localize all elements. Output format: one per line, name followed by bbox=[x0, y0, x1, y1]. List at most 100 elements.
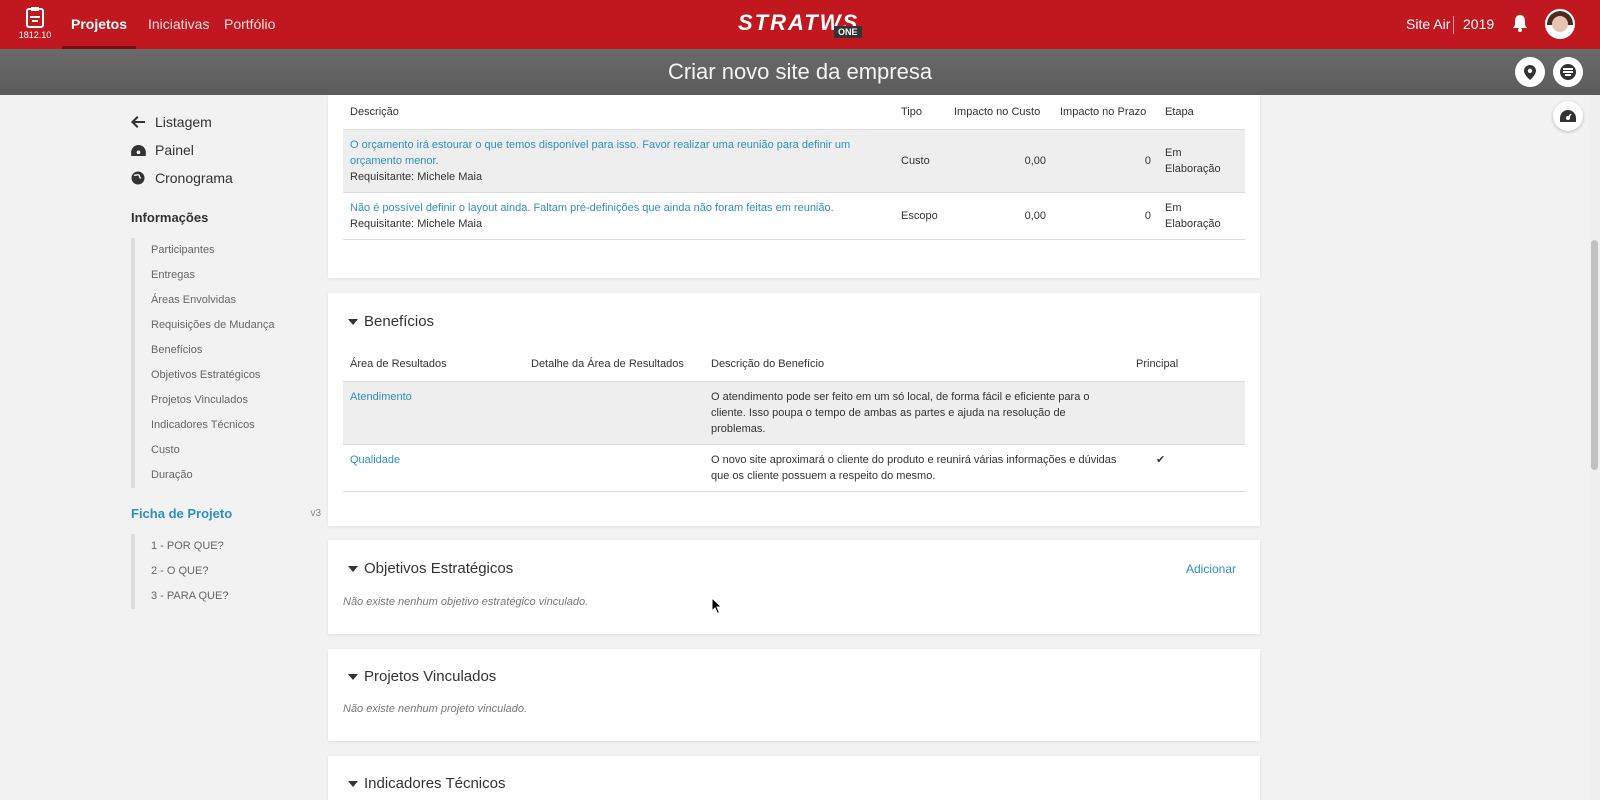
ficha-item-o-que[interactable]: 2 - O QUE? bbox=[151, 559, 321, 584]
change-requester: Requisitante: Michele Maia bbox=[350, 217, 483, 230]
change-cost-impact: 0,00 bbox=[947, 192, 1053, 240]
nav-iniciativas[interactable]: Iniciativas bbox=[148, 0, 209, 49]
map-pin-icon bbox=[1524, 64, 1536, 80]
table-row[interactable]: Qualidade O novo site aproximará o clien… bbox=[343, 444, 1245, 492]
nav-projetos[interactable]: Projetos bbox=[62, 0, 136, 49]
linked-projects-section-toggle[interactable]: Projetos Vinculados bbox=[348, 668, 496, 685]
info-item-custo[interactable]: Custo bbox=[151, 438, 321, 463]
top-navbar: 1812.10 Projetos Iniciativas Portfólio S… bbox=[0, 0, 1600, 49]
col-header-principal: Principal bbox=[1129, 347, 1245, 382]
info-item-indicadores[interactable]: Indicadores Técnicos bbox=[151, 413, 321, 438]
stratws-menu-icon bbox=[1560, 64, 1576, 80]
col-header-descricao-beneficio: Descrição do Benefício bbox=[704, 347, 1129, 382]
col-header-impacto-custo: Impacto no Custo bbox=[947, 95, 1053, 130]
col-header-descricao: Descrição bbox=[343, 95, 894, 130]
change-stage: Em Elaboração bbox=[1158, 192, 1245, 240]
sidebar-link-painel[interactable]: Painel bbox=[131, 136, 321, 164]
sidebar-link-label: Listagem bbox=[155, 114, 212, 130]
table-row[interactable]: Atendimento O atendimento pode ser feito… bbox=[343, 381, 1245, 445]
change-requests-card: Descrição Tipo Impacto no Custo Impacto … bbox=[328, 95, 1260, 278]
info-item-entregas[interactable]: Entregas bbox=[151, 263, 321, 288]
technical-indicators-card: Indicadores Técnicos bbox=[328, 756, 1260, 800]
sidebar-link-cronograma[interactable]: Cronograma bbox=[131, 164, 321, 192]
col-header-impacto-prazo: Impacto no Prazo bbox=[1053, 95, 1158, 130]
caret-down-icon bbox=[348, 780, 358, 787]
col-header-etapa: Etapa bbox=[1158, 95, 1245, 130]
principal-check-icon: ✔ bbox=[1129, 444, 1245, 492]
globe-icon bbox=[131, 171, 155, 185]
sidebar-link-listagem[interactable]: Listagem bbox=[131, 108, 321, 136]
stratws-menu-button[interactable] bbox=[1553, 57, 1583, 87]
objectives-section-toggle[interactable]: Objetivos Estratégicos bbox=[348, 560, 513, 577]
home-logo[interactable]: 1812.10 bbox=[14, 6, 56, 46]
brand-suffix: ONE bbox=[834, 26, 862, 38]
clipboard-icon bbox=[26, 7, 44, 28]
sidebar-link-label: Painel bbox=[155, 142, 194, 158]
benefit-description: O atendimento pode ser feito em um só lo… bbox=[704, 381, 1129, 445]
table-header-row: Descrição Tipo Impacto no Custo Impacto … bbox=[343, 95, 1245, 130]
sidebar: Listagem Painel Cronograma Informações P… bbox=[131, 108, 321, 609]
info-item-objetivos[interactable]: Objetivos Estratégicos bbox=[151, 363, 321, 388]
project-title-bar: Criar novo site da empresa bbox=[0, 49, 1600, 95]
app-version: 1812.10 bbox=[18, 30, 52, 40]
indicators-section-toggle[interactable]: Indicadores Técnicos bbox=[348, 775, 505, 792]
ficha-list: 1 - POR QUE? 2 - O QUE? 3 - PARA QUE? bbox=[131, 534, 321, 609]
objectives-empty-message: Não existe nenhum objetivo estratégico v… bbox=[343, 596, 589, 608]
table-row[interactable]: O orçamento irá estourar o que temos dis… bbox=[343, 129, 1245, 193]
change-description-link[interactable]: Não é possível definir o layout ainda. F… bbox=[350, 200, 887, 216]
table-header-row: Área de Resultados Detalhe da Área de Re… bbox=[343, 347, 1245, 382]
sidebar-link-label: Cronograma bbox=[155, 170, 233, 186]
change-time-impact: 0 bbox=[1053, 192, 1158, 240]
change-description-link[interactable]: O orçamento irá estourar o que temos dis… bbox=[350, 137, 887, 169]
indicators-title: Indicadores Técnicos bbox=[364, 775, 506, 792]
bell-icon[interactable] bbox=[1512, 14, 1528, 32]
scrollbar-thumb[interactable] bbox=[1591, 240, 1598, 470]
change-type: Escopo bbox=[894, 192, 947, 240]
objectives-title: Objetivos Estratégicos bbox=[364, 560, 514, 577]
info-item-areas[interactable]: Áreas Envolvidas bbox=[151, 288, 321, 313]
divider bbox=[1453, 16, 1454, 34]
change-type: Custo bbox=[894, 129, 947, 193]
dashboard-icon bbox=[1560, 110, 1576, 122]
change-time-impact: 0 bbox=[1053, 129, 1158, 193]
info-item-beneficios[interactable]: Benefícios bbox=[151, 338, 321, 363]
brand-logo[interactable]: STRATWS ONE bbox=[738, 8, 862, 40]
info-list: Participantes Entregas Áreas Envolvidas … bbox=[131, 238, 321, 488]
page-scrollbar[interactable] bbox=[1589, 95, 1600, 800]
add-objective-button[interactable]: Adicionar bbox=[1186, 562, 1236, 576]
year-selector[interactable]: 2019 bbox=[1463, 0, 1494, 49]
info-item-requisicoes[interactable]: Requisições de Mudança bbox=[151, 313, 321, 338]
benefit-area-link[interactable]: Atendimento bbox=[343, 381, 524, 445]
table-row[interactable]: Não é possível definir o layout ainda. F… bbox=[343, 192, 1245, 240]
caret-down-icon bbox=[348, 565, 358, 572]
site-selector[interactable]: Site Air bbox=[1406, 0, 1450, 49]
change-stage: Em Elaboração bbox=[1158, 129, 1245, 193]
benefit-detail bbox=[524, 444, 704, 492]
benefits-title: Benefícios bbox=[364, 313, 435, 330]
avatar[interactable] bbox=[1545, 9, 1575, 39]
nav-portfolio[interactable]: Portfólio bbox=[224, 0, 275, 49]
ficha-heading[interactable]: Ficha de Projeto bbox=[131, 504, 232, 524]
ficha-item-para-que[interactable]: 3 - PARA QUE? bbox=[151, 584, 321, 609]
dashboard-icon bbox=[131, 144, 155, 156]
col-header-detalhe: Detalhe da Área de Resultados bbox=[524, 347, 704, 382]
ficha-item-por-que[interactable]: 1 - POR QUE? bbox=[151, 534, 321, 559]
benefit-area-link[interactable]: Qualidade bbox=[343, 444, 524, 492]
benefits-table-wrap: Área de Resultados Detalhe da Área de Re… bbox=[343, 347, 1245, 492]
benefits-card: Benefícios Área de Resultados Detalhe da… bbox=[328, 293, 1260, 526]
change-cost-impact: 0,00 bbox=[947, 129, 1053, 193]
info-item-duracao[interactable]: Duração bbox=[151, 463, 321, 488]
info-item-projetos[interactable]: Projetos Vinculados bbox=[151, 388, 321, 413]
caret-down-icon bbox=[348, 673, 358, 680]
linked-projects-title: Projetos Vinculados bbox=[364, 668, 497, 685]
benefit-principal bbox=[1129, 381, 1245, 445]
benefits-section-toggle[interactable]: Benefícios bbox=[348, 313, 434, 330]
location-button[interactable] bbox=[1515, 57, 1545, 87]
info-item-participantes[interactable]: Participantes bbox=[151, 238, 321, 263]
mouse-cursor-icon bbox=[711, 597, 723, 615]
change-requester: Requisitante: Michele Maia bbox=[350, 170, 483, 183]
linked-projects-empty-message: Não existe nenhum projeto vinculado. bbox=[343, 703, 528, 715]
dashboard-shortcut-button[interactable] bbox=[1553, 101, 1583, 131]
ficha-version: v3 bbox=[310, 508, 321, 519]
change-requests-table: Descrição Tipo Impacto no Custo Impacto … bbox=[343, 95, 1245, 240]
